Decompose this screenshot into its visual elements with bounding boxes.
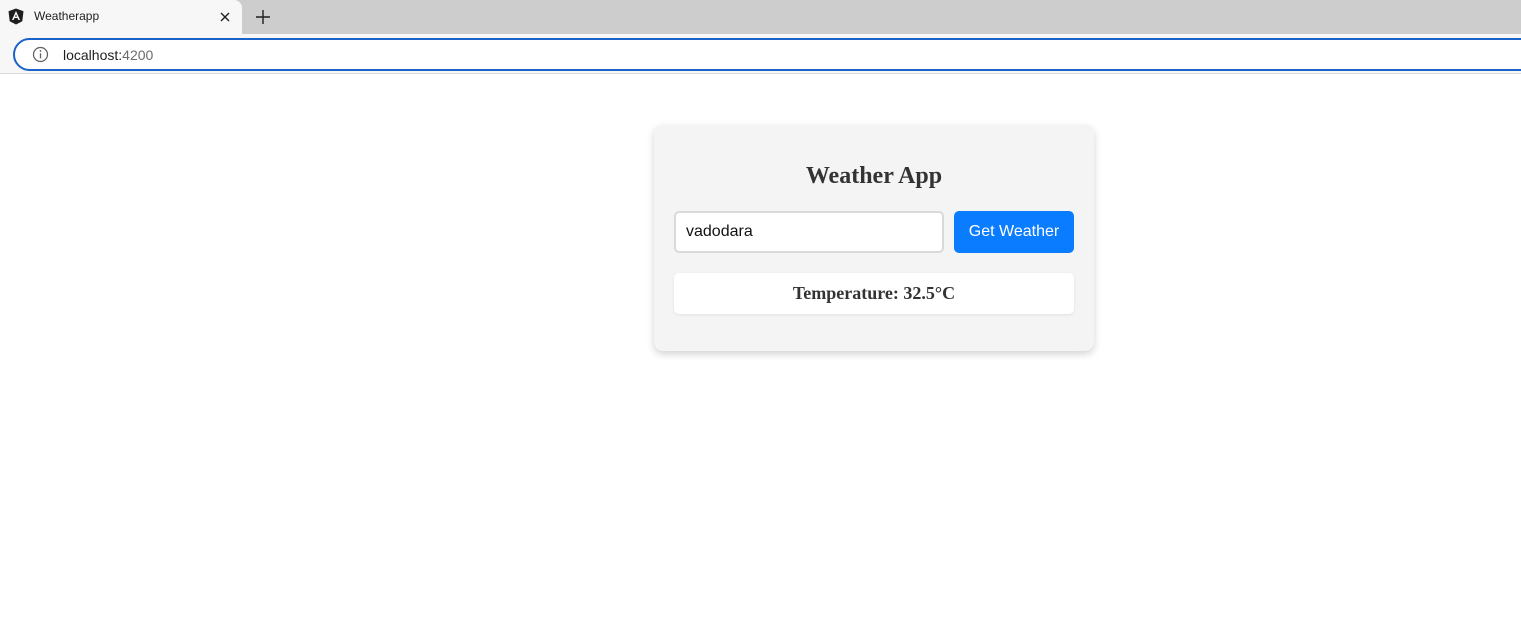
new-tab-plus-icon[interactable] [253, 7, 273, 27]
browser-toolbar: localhost:4200 [0, 34, 1521, 74]
temperature-result: Temperature: 32.5°C [674, 273, 1074, 314]
get-weather-button[interactable]: Get Weather [954, 211, 1074, 253]
site-info-icon[interactable] [32, 46, 49, 63]
url-port: 4200 [122, 47, 154, 63]
angular-logo-icon [8, 8, 24, 25]
app-title: Weather App [805, 163, 943, 189]
browser-tab[interactable]: Weatherapp [0, 0, 242, 34]
address-bar[interactable]: localhost:4200 [13, 38, 1521, 71]
close-tab-icon[interactable] [216, 8, 234, 26]
tab-strip: Weatherapp [0, 0, 1521, 34]
url-text: localhost:4200 [63, 47, 153, 63]
city-input[interactable] [674, 211, 944, 253]
url-host: localhost: [63, 47, 123, 63]
tab-title: Weatherapp [34, 9, 100, 23]
weather-card: Weather App Get Weather Temperature: 32.… [654, 125, 1094, 351]
